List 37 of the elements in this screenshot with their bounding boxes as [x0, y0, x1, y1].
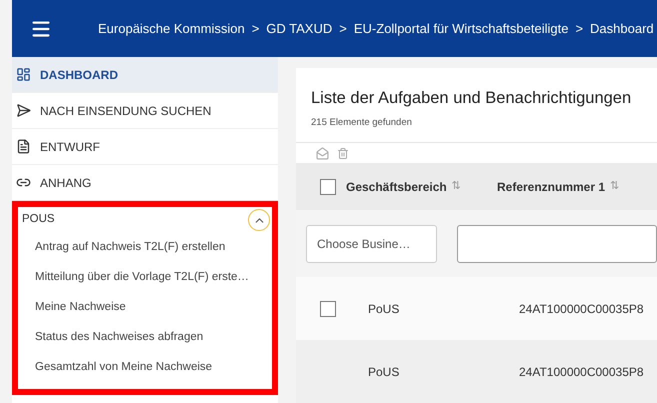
column-header[interactable]: Geschäftsbereich: [346, 178, 447, 196]
submenu-link[interactable]: Gesamtzahl von Meine Nachweise: [18, 353, 272, 383]
sidebar-item[interactable]: ANHANG: [12, 165, 278, 201]
submenu-link[interactable]: Antrag auf Nachweis T2L(F) erstellen: [18, 233, 272, 263]
table-row[interactable]: PoUS 24AT100000C00035P8: [296, 340, 657, 403]
checkbox[interactable]: [320, 300, 336, 316]
table-row[interactable]: PoUS 24AT100000C00035P8: [296, 277, 657, 340]
checkbox[interactable]: [320, 178, 336, 194]
breadcrumb-link[interactable]: EU-Zollportal für Wirtschaftsbeteiligte: [354, 18, 568, 38]
table-cell-text: 24AT100000C00035P8: [519, 364, 645, 380]
collapse-button[interactable]: [248, 209, 270, 231]
send-icon: [16, 103, 31, 118]
sidebar-item[interactable]: ENTWURF: [12, 129, 278, 165]
breadcrumb-link[interactable]: Dashboard: [590, 18, 654, 38]
mail-icon[interactable]: [316, 146, 329, 160]
document-icon: [16, 139, 31, 154]
submenu-link[interactable]: Mitteilung über die Vorlage T2L(F) erste…: [18, 263, 272, 293]
table-cell-text: PoUS: [368, 364, 400, 380]
breadcrumb-separator: >: [339, 20, 347, 38]
breadcrumb-separator: >: [575, 20, 584, 38]
section-title: POUS: [22, 212, 55, 228]
submenu-link[interactable]: Meine Nachweise: [18, 293, 272, 323]
breadcrumb-separator: >: [252, 20, 260, 38]
filter-field[interactable]: [457, 224, 657, 262]
dashboard-icon: [16, 67, 31, 82]
card-title: Liste der Aufgaben und Benachrichtigungen: [311, 88, 632, 109]
column-header[interactable]: Referenznummer 1: [497, 178, 606, 196]
trash-icon[interactable]: [337, 146, 349, 160]
breadcrumb-link[interactable]: Europäische Kommission: [98, 18, 245, 38]
submenu-link[interactable]: Status des Nachweises abfragen: [18, 323, 272, 353]
sidebar-item[interactable]: NACH EINSENDUNG SUCHEN: [12, 93, 278, 129]
result-count: 215 Elemente gefunden: [311, 116, 413, 130]
table-cell-text: 24AT100000C00035P8: [519, 300, 645, 318]
table-cell-text: PoUS: [368, 300, 400, 318]
breadcrumb-link[interactable]: GD TAXUD: [266, 18, 332, 38]
sidebar-item[interactable]: DASHBOARD: [12, 57, 278, 93]
dropdown-field[interactable]: Choose Busine…: [306, 224, 437, 262]
